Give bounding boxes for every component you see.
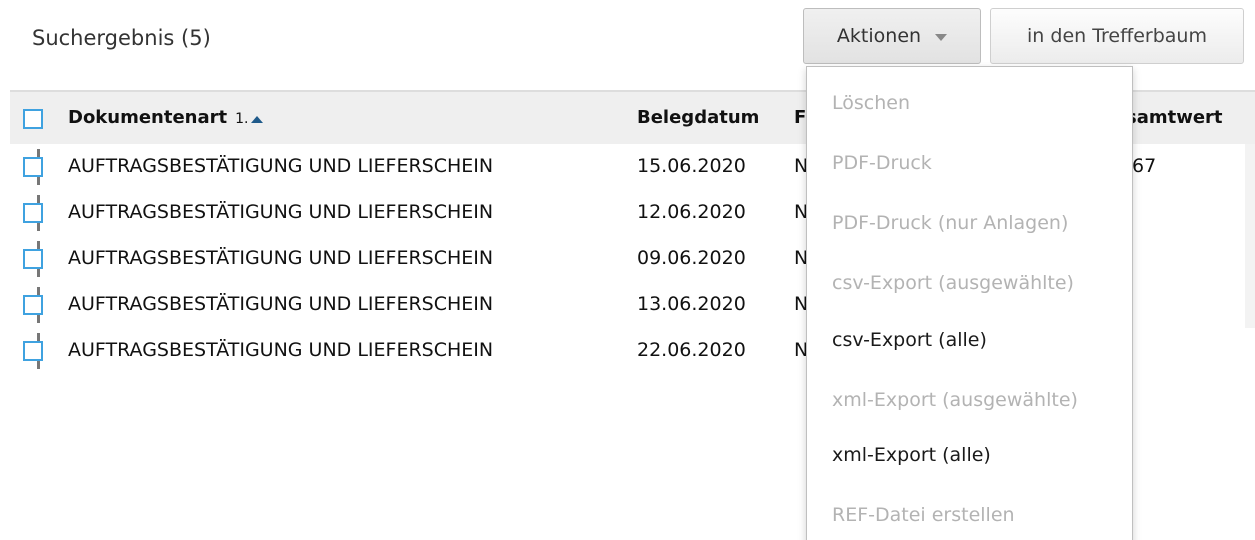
column-header-partial[interactable]: F	[794, 107, 806, 128]
tree-button[interactable]: in den Trefferbaum	[990, 8, 1244, 64]
column-header-date[interactable]: Belegdatum	[637, 107, 759, 128]
row-edge	[1245, 144, 1255, 190]
menu-item-pdf-print: PDF-Druck	[832, 152, 932, 174]
cell-doc-type: AUFTRAGSBESTÄTIGUNG UND LIEFERSCHEIN	[68, 339, 494, 361]
cell-doc-type: AUFTRAGSBESTÄTIGUNG UND LIEFERSCHEIN	[68, 247, 494, 269]
menu-item-delete: Löschen	[832, 92, 910, 114]
row-checkbox[interactable]	[23, 203, 43, 223]
row-checkbox[interactable]	[23, 295, 43, 315]
menu-item-create-ref-file: REF-Datei erstellen	[832, 504, 1015, 526]
result-title: Suchergebnis (5)	[32, 26, 211, 50]
sort-indicator: 1.	[235, 111, 263, 127]
sort-rank: 1.	[235, 111, 249, 127]
tree-button-label: in den Trefferbaum	[1027, 25, 1207, 47]
menu-item-xml-export-selected: xml-Export (ausgewählte)	[832, 389, 1078, 411]
actions-button[interactable]: Aktionen	[803, 8, 981, 64]
menu-item-pdf-print-attachments: PDF-Druck (nur Anlagen)	[832, 212, 1069, 234]
menu-item-xml-export-all[interactable]: xml-Export (alle)	[832, 444, 991, 466]
select-all-checkbox[interactable]	[23, 109, 43, 129]
row-checkbox[interactable]	[23, 249, 43, 269]
sort-ascending-icon	[250, 115, 263, 123]
row-edge	[1245, 236, 1255, 282]
search-results-page: Suchergebnis (5) Aktionen in den Treffer…	[0, 0, 1255, 540]
row-checkbox[interactable]	[23, 157, 43, 177]
actions-dropdown-menu: Löschen PDF-Druck PDF-Druck (nur Anlagen…	[806, 66, 1133, 540]
column-header-doc-type[interactable]: Dokumentenart 1.	[68, 107, 263, 128]
cell-date: 12.06.2020	[637, 201, 746, 223]
cell-doc-type: AUFTRAGSBESTÄTIGUNG UND LIEFERSCHEIN	[68, 201, 494, 223]
column-header-total[interactable]: samtwert	[1126, 107, 1223, 128]
caret-down-icon	[935, 34, 948, 41]
cell-date: 22.06.2020	[637, 339, 746, 361]
menu-item-csv-export-selected: csv-Export (ausgewählte)	[832, 272, 1074, 294]
row-checkbox[interactable]	[23, 341, 43, 361]
cell-date: 09.06.2020	[637, 247, 746, 269]
cell-doc-type: AUFTRAGSBESTÄTIGUNG UND LIEFERSCHEIN	[68, 293, 494, 315]
row-edge	[1245, 282, 1255, 328]
row-edge	[1245, 190, 1255, 236]
menu-item-csv-export-all[interactable]: csv-Export (alle)	[832, 329, 987, 351]
actions-button-label: Aktionen	[836, 25, 922, 47]
column-header-doc-type-label: Dokumentenart	[68, 107, 228, 128]
cell-date: 15.06.2020	[637, 155, 746, 177]
cell-doc-type: AUFTRAGSBESTÄTIGUNG UND LIEFERSCHEIN	[68, 155, 494, 177]
cell-date: 13.06.2020	[637, 293, 746, 315]
